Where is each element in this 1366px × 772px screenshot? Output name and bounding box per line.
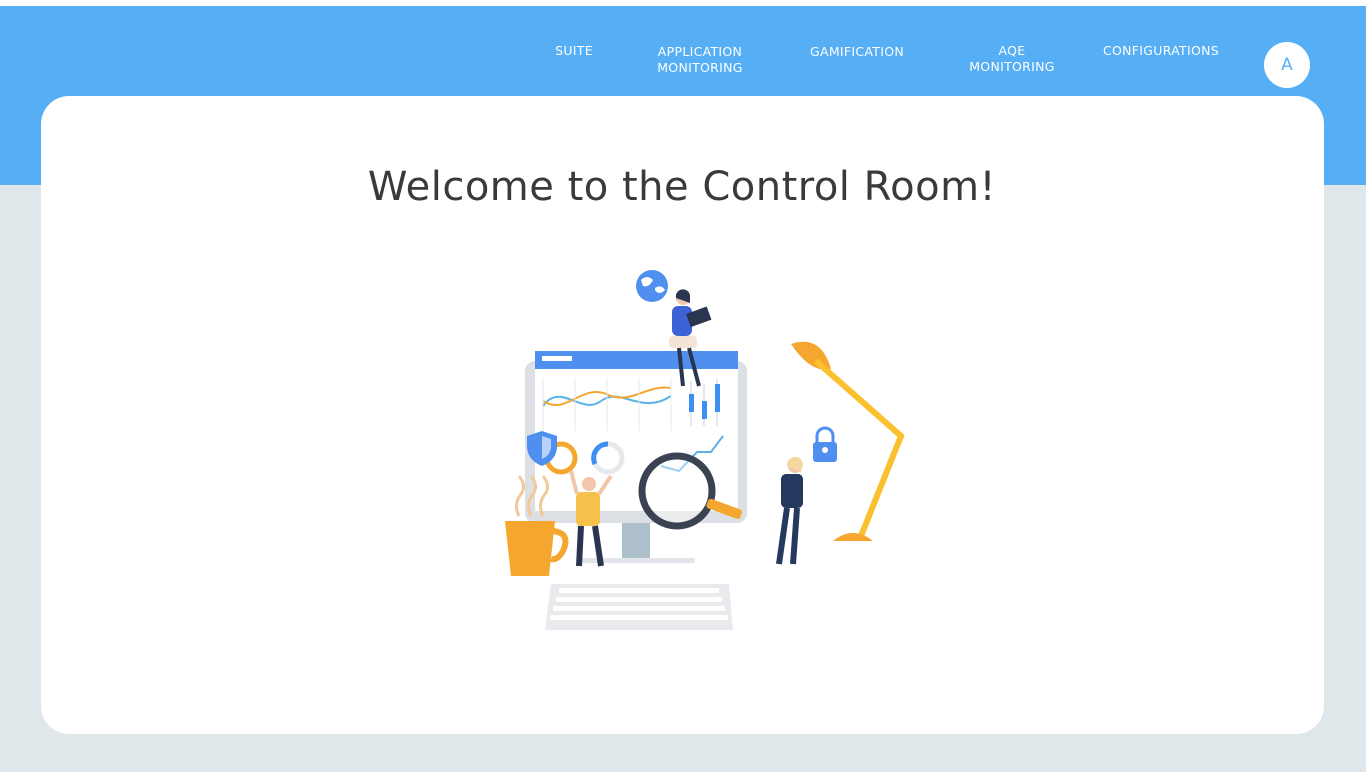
nav-item-configurations[interactable]: CONFIGURATIONS xyxy=(1094,43,1228,59)
nav-item-label: APPLICATION xyxy=(657,44,743,59)
globe-icon xyxy=(636,270,668,302)
coffee-cup-icon xyxy=(505,521,555,576)
avatar[interactable]: A xyxy=(1264,42,1310,88)
nav-item-label: MONITORING xyxy=(969,59,1055,74)
nav-item-label: MONITORING xyxy=(657,60,743,75)
nav-item-gamification[interactable]: GAMIFICATION xyxy=(800,44,914,60)
welcome-card: Welcome to the Control Room! xyxy=(41,96,1324,734)
nav-item-label: AQE xyxy=(998,43,1026,58)
monitor-stand xyxy=(622,521,650,561)
nav-item-label: SUITE xyxy=(555,43,593,58)
nav-item-application-monitoring[interactable]: APPLICATION MONITORING xyxy=(645,44,755,76)
magnifier-icon xyxy=(638,452,716,530)
nav-item-aqe-monitoring[interactable]: AQE MONITORING xyxy=(960,43,1064,75)
nav-item-suite[interactable]: SUITE xyxy=(553,43,595,59)
nav-item-label: CONFIGURATIONS xyxy=(1102,43,1220,58)
page-title: Welcome to the Control Room! xyxy=(367,164,997,210)
avatar-initial: A xyxy=(1281,55,1293,75)
control-room-illustration xyxy=(505,270,905,630)
nav-item-label: GAMIFICATION xyxy=(809,44,904,59)
